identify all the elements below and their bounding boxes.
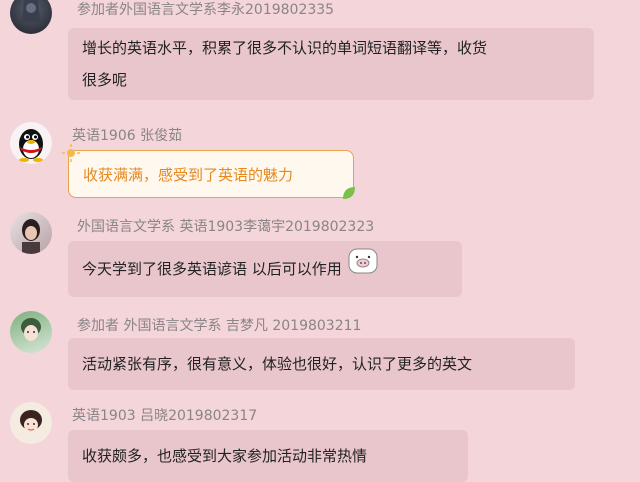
message-bubble: 今天学到了很多英语谚语 以后可以作用 bbox=[68, 241, 462, 297]
anime-avatar[interactable] bbox=[10, 311, 52, 353]
special-message-bubble: 收获满满，感受到了英语的魅力 bbox=[62, 144, 355, 199]
message-text: 收获满满，感受到了英语的魅力 bbox=[83, 166, 294, 184]
sender-name: 英语1903 吕晓2019802317 bbox=[72, 408, 258, 424]
message-text: 活动紧张有序，很有意义，体验也很好，认识了更多的英文 bbox=[82, 355, 473, 373]
pig-face-icon bbox=[348, 246, 378, 294]
sender-name: 参加者外国语言文学系李永2019802335 bbox=[77, 2, 335, 18]
qq-penguin-avatar[interactable] bbox=[10, 122, 52, 164]
message-text: 今天学到了很多英语谚语 以后可以作用 bbox=[82, 260, 342, 278]
cartoon-girl-avatar[interactable] bbox=[10, 402, 52, 444]
girl-photo-avatar[interactable] bbox=[10, 212, 52, 254]
message-bubble: 活动紧张有序，很有意义，体验也很好，认识了更多的英文 bbox=[68, 338, 575, 390]
sender-name: 参加者 外国语言文学系 吉梦凡 2019803211 bbox=[77, 318, 362, 334]
message-bubble: 增长的英语水平，积累了很多不认识的单词短语翻译等，收货 很多呢 bbox=[68, 28, 594, 100]
sender-name: 英语1906 张俊茹 bbox=[72, 128, 183, 144]
dark-photo-avatar[interactable] bbox=[10, 0, 52, 34]
sender-name: 外国语言文学系 英语1903李蔼宇2019802323 bbox=[77, 219, 375, 235]
message-text-line: 增长的英语水平，积累了很多不认识的单词短语翻译等，收货 bbox=[82, 39, 488, 57]
leaf-decoration-icon bbox=[343, 187, 355, 199]
sun-decoration-icon bbox=[62, 144, 80, 162]
message-text-line: 很多呢 bbox=[82, 71, 128, 89]
message-bubble: 收获颇多，也感受到大家参加活动非常热情 bbox=[68, 430, 468, 482]
message-text: 收获颇多，也感受到大家参加活动非常热情 bbox=[82, 447, 368, 465]
